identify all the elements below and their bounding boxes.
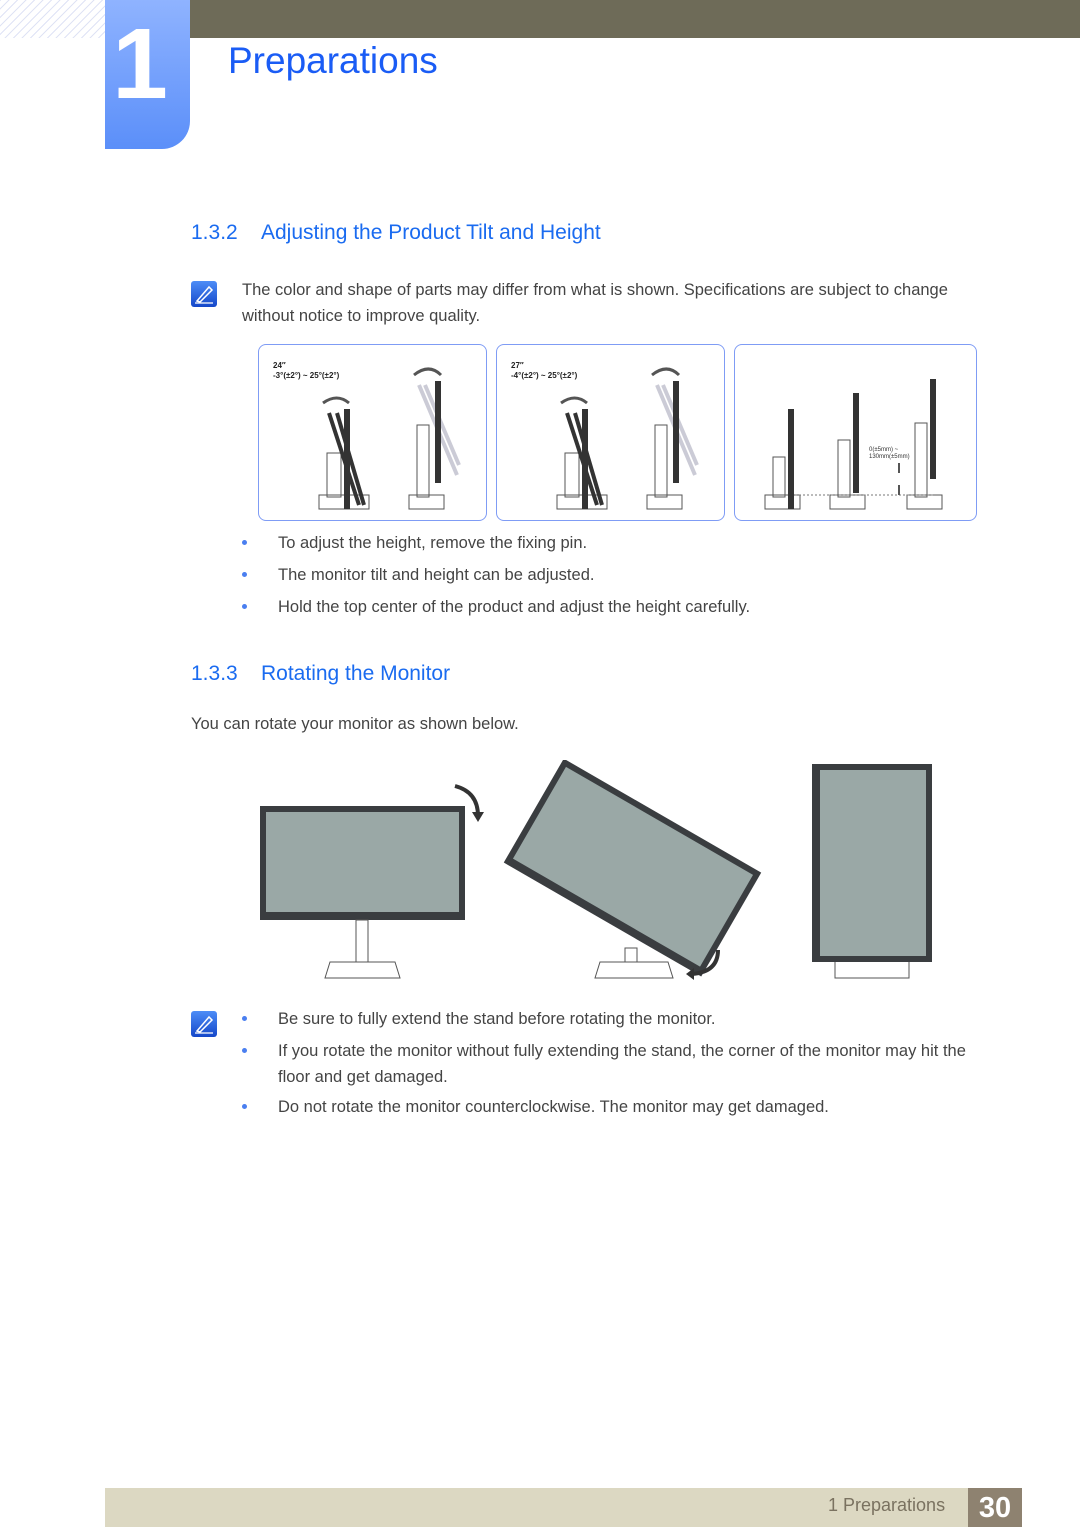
list-item: The monitor tilt and height can be adjus… xyxy=(242,562,988,588)
header-bar xyxy=(190,0,1080,38)
chapter-number: 1 xyxy=(112,8,168,120)
section-number: 1.3.2 xyxy=(191,221,238,244)
list-item-text: To adjust the height, remove the fixing … xyxy=(278,534,588,552)
list-item: To adjust the height, remove the fixing … xyxy=(242,530,988,556)
list-item: Be sure to fully extend the stand before… xyxy=(242,1006,988,1032)
height-range-line1: 0(±5mm) ~ xyxy=(869,447,899,453)
header-hatch xyxy=(0,0,105,38)
note-text: The color and shape of parts may differ … xyxy=(242,281,948,325)
rotation-illustration xyxy=(260,760,932,980)
height-illustration xyxy=(764,379,943,510)
list-item-text: Hold the top center of the product and a… xyxy=(278,598,751,616)
height-figure: 0(±5mm) ~ 130mm(±5mm) xyxy=(734,344,977,521)
section-title: Rotating the Monitor xyxy=(261,662,451,685)
footer-chapter-label: 1 Preparations xyxy=(828,1495,946,1515)
section-heading-1-3-2: 1.3.2 Adjusting the Product Tilt and Heig… xyxy=(191,221,601,245)
bullet-icon xyxy=(242,1104,247,1109)
section-number: 1.3.3 xyxy=(191,662,238,685)
intro-text: You can rotate your monitor as shown bel… xyxy=(191,715,519,733)
section-title: Adjusting the Product Tilt and Height xyxy=(261,221,601,244)
tilt-figure-27: 27″ -4°(±2°) ~ 25°(±2°) xyxy=(496,344,725,521)
list-item: If you rotate the monitor without fully … xyxy=(242,1038,988,1090)
section-heading-1-3-3: 1.3.3 Rotating the Monitor xyxy=(191,662,450,686)
bullet-icon xyxy=(242,604,247,609)
list-item-text: The monitor tilt and height can be adjus… xyxy=(278,566,595,584)
tilt-figure-24: 24″ -3°(±2°) ~ 25°(±2°) xyxy=(258,344,487,521)
tilt-illustration xyxy=(556,367,699,510)
monitor-portrait xyxy=(812,764,932,979)
note-icon xyxy=(191,1011,217,1037)
list-item-text: Be sure to fully extend the stand before… xyxy=(278,1010,716,1028)
monitor-landscape xyxy=(260,806,465,979)
note-icon xyxy=(191,281,217,307)
height-range-line2: 130mm(±5mm) xyxy=(869,454,910,460)
list-item-text: If you rotate the monitor without fully … xyxy=(278,1042,966,1086)
bullet-icon xyxy=(242,1048,247,1053)
list-item: Hold the top center of the product and a… xyxy=(242,594,988,620)
monitor-tilted xyxy=(503,760,762,979)
list-item-text: Do not rotate the monitor counterclockwi… xyxy=(278,1098,829,1116)
bullet-icon xyxy=(242,540,247,545)
tilt-illustration xyxy=(318,367,461,510)
bullet-icon xyxy=(242,1016,247,1021)
chapter-title: Preparations xyxy=(228,40,438,81)
list-item: Do not rotate the monitor counterclockwi… xyxy=(242,1094,988,1120)
bullet-icon xyxy=(242,572,247,577)
page-number: 30 xyxy=(968,1488,1022,1527)
